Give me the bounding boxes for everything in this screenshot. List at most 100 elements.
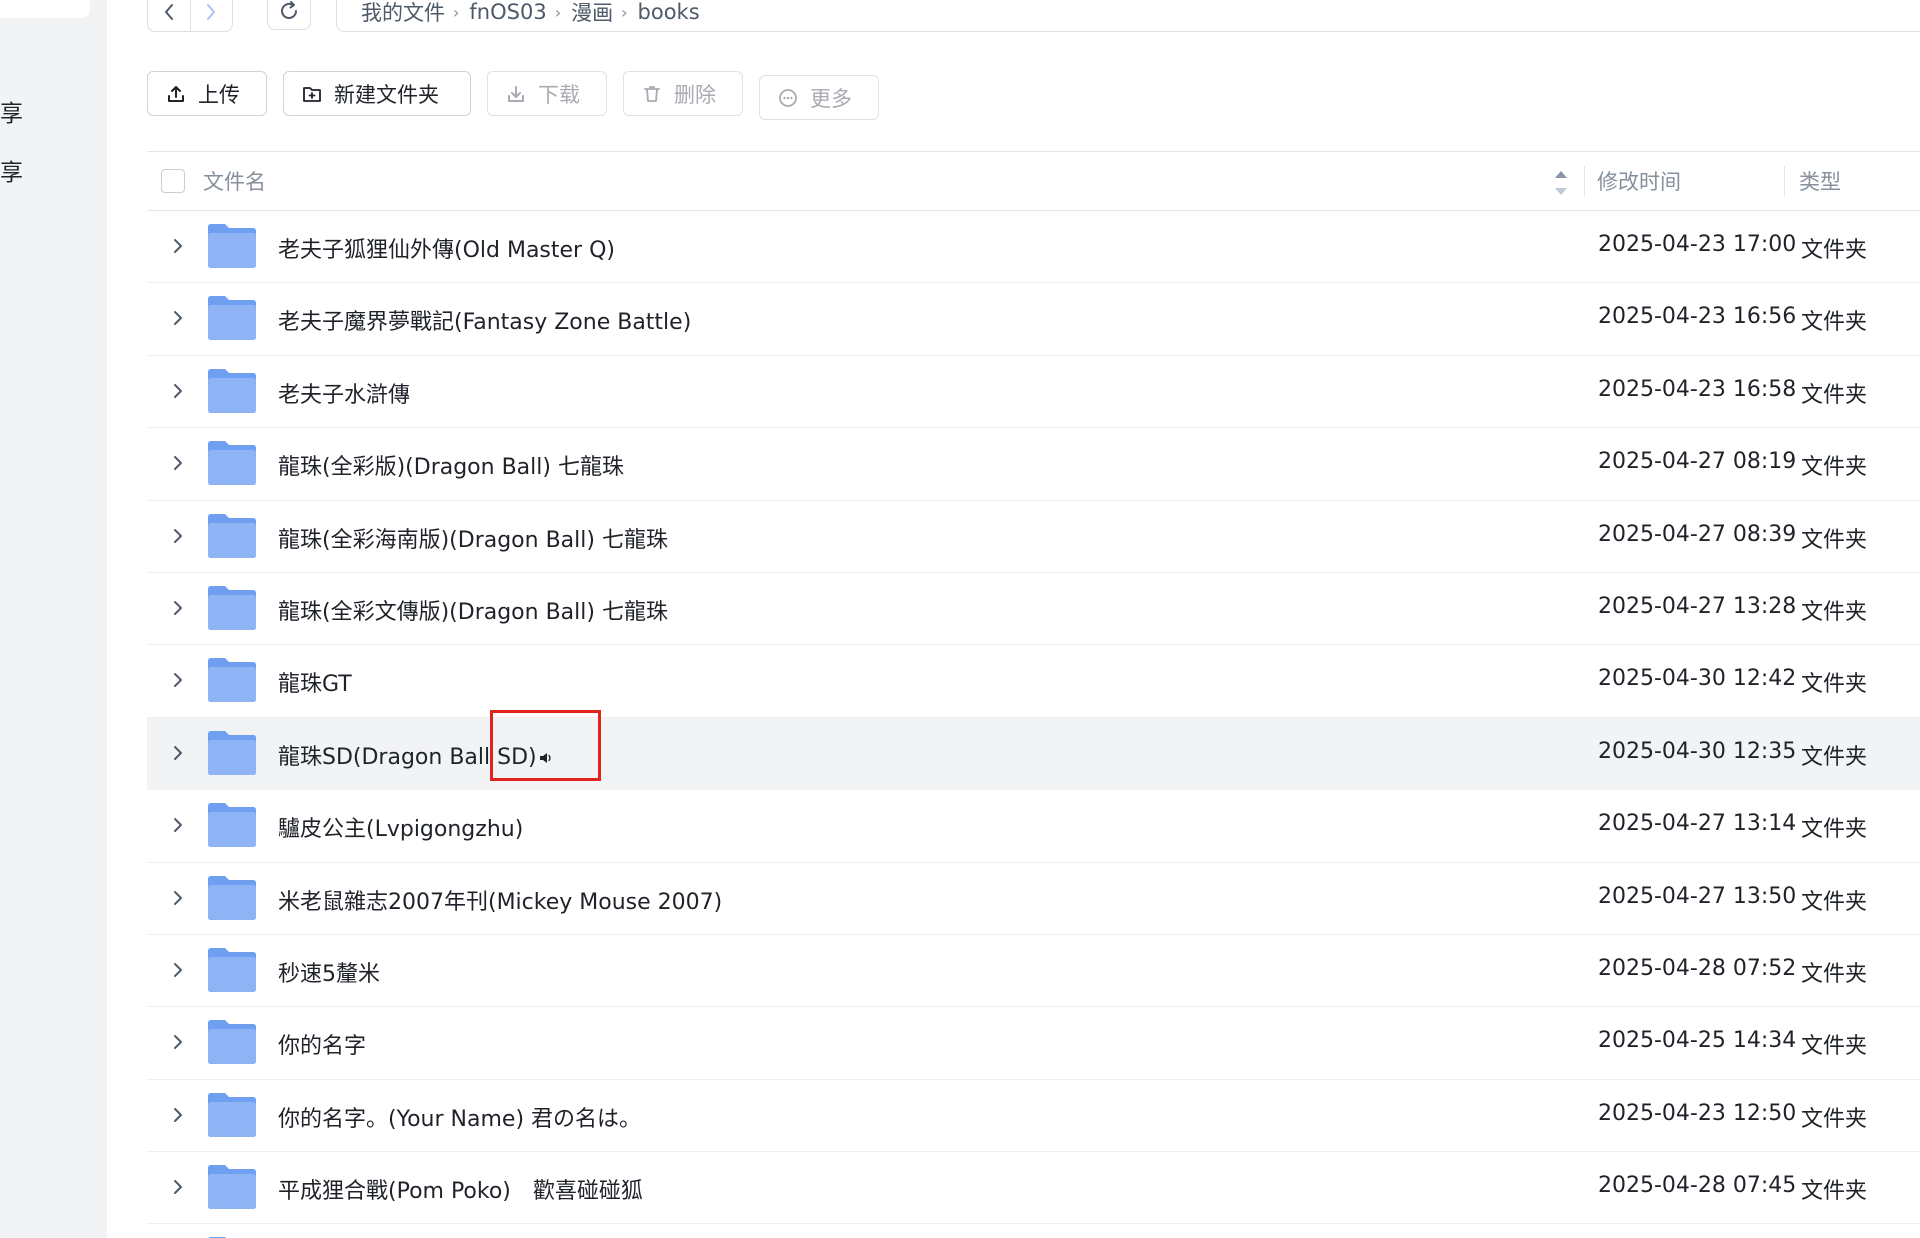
sidebar: 享 享	[0, 0, 107, 1238]
table-row[interactable]: 老夫子水滸傳 2025-04-23 16:58 文件夹	[147, 356, 1920, 429]
select-all-checkbox[interactable]	[161, 169, 185, 193]
main-content: 我的文件 › fnOS03 › 漫画 › books 上传 新建文件夹 下载 删除 更…	[107, 0, 1920, 1238]
file-name[interactable]: 秒速5釐米	[278, 956, 380, 988]
new-folder-icon	[303, 86, 321, 102]
file-name[interactable]: 你的名字	[278, 1028, 366, 1060]
breadcrumb: 我的文件 › fnOS03 › 漫画 › books	[336, 0, 1920, 32]
expand-chevron-icon[interactable]	[171, 1106, 185, 1124]
file-type: 文件夹	[1801, 889, 1868, 915]
expand-chevron-icon[interactable]	[171, 382, 185, 400]
chevron-right-icon: ›	[554, 2, 562, 22]
header-name[interactable]: 文件名	[203, 166, 266, 196]
file-name[interactable]: 驢皮公主(Lvpigongzhu)	[278, 811, 523, 843]
file-type: 文件夹	[1801, 1034, 1868, 1060]
table-row[interactable]: 驢皮公主(Lvpigongzhu) 2025-04-27 13:14 文件夹	[147, 790, 1920, 863]
table-row-partial[interactable]	[147, 1224, 1920, 1238]
table-row[interactable]: 龍珠(全彩文傳版)(Dragon Ball) 七龍珠 2025-04-27 13…	[147, 573, 1920, 646]
modified-time: 2025-04-28 07:45	[1598, 1173, 1797, 1199]
table-row[interactable]: 龍珠GT 2025-04-30 12:42 文件夹	[147, 645, 1920, 718]
modified-time: 2025-04-23 17:00	[1598, 232, 1797, 257]
file-type: 文件夹	[1801, 744, 1868, 770]
file-type: 文件夹	[1801, 1179, 1868, 1205]
expand-chevron-icon[interactable]	[171, 309, 185, 327]
expand-chevron-icon[interactable]	[171, 527, 185, 545]
expand-chevron-icon[interactable]	[171, 744, 185, 762]
download-icon	[508, 85, 524, 102]
file-name[interactable]: 米老鼠雜志2007年刊(Mickey Mouse 2007)	[278, 884, 722, 916]
expand-chevron-icon[interactable]	[171, 1178, 185, 1196]
back-button[interactable]	[148, 0, 190, 31]
modified-time: 2025-04-27 08:19	[1598, 449, 1797, 475]
table-row[interactable]: 龍珠(全彩海南版)(Dragon Ball) 七龍珠 2025-04-27 08…	[147, 501, 1920, 573]
modified-time: 2025-04-28 07:52	[1598, 955, 1797, 981]
file-name[interactable]: 平成狸合戰(Pom Poko) 歡喜碰碰狐	[278, 1173, 643, 1205]
header-modified-time[interactable]: 修改时间	[1597, 166, 1681, 196]
file-name[interactable]: 龍珠SD(Dragon Ball SD)	[278, 745, 537, 770]
breadcrumb-label: 我的文件	[361, 1, 445, 25]
modified-time: 2025-04-27 13:14	[1598, 811, 1797, 837]
file-name[interactable]: 老夫子水滸傳	[278, 377, 410, 409]
breadcrumb-item[interactable]: fnOS03 ›	[469, 0, 571, 24]
modified-time: 2025-04-23 16:56	[1598, 304, 1797, 330]
file-type: 文件夹	[1801, 455, 1868, 481]
table-row[interactable]: 龍珠(全彩版)(Dragon Ball) 七龍珠 2025-04-27 08:1…	[147, 428, 1920, 501]
table-row-hovered[interactable]: 龍珠SD(Dragon Ball SD) 2025-04-30 12:35 文件…	[147, 717, 1920, 791]
forward-button[interactable]	[189, 0, 233, 31]
table-row[interactable]: 你的名字 2025-04-25 14:34 文件夹	[147, 1007, 1920, 1080]
breadcrumb-label: fnOS03	[469, 0, 547, 24]
file-name[interactable]: 龍珠(全彩海南版)(Dragon Ball) 七龍珠	[278, 522, 668, 554]
file-name[interactable]: 老夫子狐狸仙外傳(Old Master Q)	[278, 232, 615, 264]
delete-button[interactable]: 删除	[623, 71, 743, 116]
folder-icon	[208, 1165, 256, 1210]
table-row[interactable]: 老夫子狐狸仙外傳(Old Master Q) 2025-04-23 17:00 …	[147, 211, 1920, 284]
more-button[interactable]: 更多	[759, 75, 879, 120]
delete-label: 删除	[674, 82, 716, 107]
new-folder-button[interactable]: 新建文件夹	[283, 71, 471, 116]
breadcrumb-item[interactable]: 漫画 ›	[571, 0, 637, 27]
folder-icon	[208, 368, 256, 413]
download-button[interactable]: 下载	[487, 71, 607, 116]
expand-chevron-icon[interactable]	[171, 237, 185, 255]
table-row[interactable]: 平成狸合戰(Pom Poko) 歡喜碰碰狐 2025-04-28 07:45 文…	[147, 1152, 1920, 1225]
file-name[interactable]: 老夫子魔界夢戰記(Fantasy Zone Battle)	[278, 304, 691, 336]
expand-chevron-icon[interactable]	[171, 599, 185, 617]
modified-time: 2025-04-23 16:58	[1598, 376, 1797, 402]
sidebar-item-share-2[interactable]: 享	[0, 153, 23, 187]
expand-chevron-icon[interactable]	[171, 816, 185, 834]
expand-chevron-icon[interactable]	[171, 671, 185, 689]
sort-icon[interactable]	[1553, 166, 1569, 200]
file-name[interactable]: 你的名字。(Your Name) 君の名は。	[278, 1101, 641, 1133]
table-row[interactable]: 秒速5釐米 2025-04-28 07:52 文件夹	[147, 935, 1920, 1008]
expand-chevron-icon[interactable]	[171, 1033, 185, 1051]
expand-chevron-icon[interactable]	[171, 454, 185, 472]
file-name[interactable]: 龍珠(全彩版)(Dragon Ball) 七龍珠	[278, 449, 624, 481]
more-icon	[779, 88, 797, 107]
sidebar-item-share[interactable]: 享	[0, 94, 23, 128]
upload-button[interactable]: 上传	[147, 71, 267, 116]
file-type: 文件夹	[1801, 961, 1868, 987]
chevron-right-icon: ›	[453, 2, 460, 22]
file-name[interactable]: 龍珠(全彩文傳版)(Dragon Ball) 七龍珠	[278, 594, 668, 626]
sidebar-top-card[interactable]	[0, 0, 90, 18]
expand-chevron-icon[interactable]	[171, 961, 185, 979]
modified-time: 2025-04-27 13:28	[1598, 593, 1797, 619]
folder-icon	[208, 1092, 256, 1137]
breadcrumb-item[interactable]: 我的文件 ›	[361, 0, 469, 27]
folder-icon	[208, 730, 256, 775]
folder-icon	[208, 513, 256, 558]
refresh-button[interactable]	[267, 0, 311, 30]
chevron-right-icon	[207, 4, 216, 20]
file-name-with-icon[interactable]: 龍珠SD(Dragon Ball SD)	[278, 739, 553, 771]
table-row[interactable]: 你的名字。(Your Name) 君の名は。 2025-04-23 12:50 …	[147, 1080, 1920, 1153]
column-divider[interactable]	[1784, 166, 1785, 196]
table-row[interactable]: 老夫子魔界夢戰記(Fantasy Zone Battle) 2025-04-23…	[147, 283, 1920, 356]
header-type[interactable]: 类型	[1799, 166, 1841, 196]
file-name[interactable]: 龍珠GT	[278, 666, 352, 698]
file-type: 文件夹	[1801, 310, 1868, 336]
modified-time: 2025-04-30 12:35	[1598, 738, 1797, 764]
breadcrumb-item-current[interactable]: books	[638, 0, 700, 24]
column-divider[interactable]	[1584, 166, 1585, 196]
table-row[interactable]: 米老鼠雜志2007年刊(Mickey Mouse 2007) 2025-04-2…	[147, 863, 1920, 935]
expand-chevron-icon[interactable]	[171, 889, 185, 907]
modified-time: 2025-04-30 12:42	[1598, 666, 1797, 692]
